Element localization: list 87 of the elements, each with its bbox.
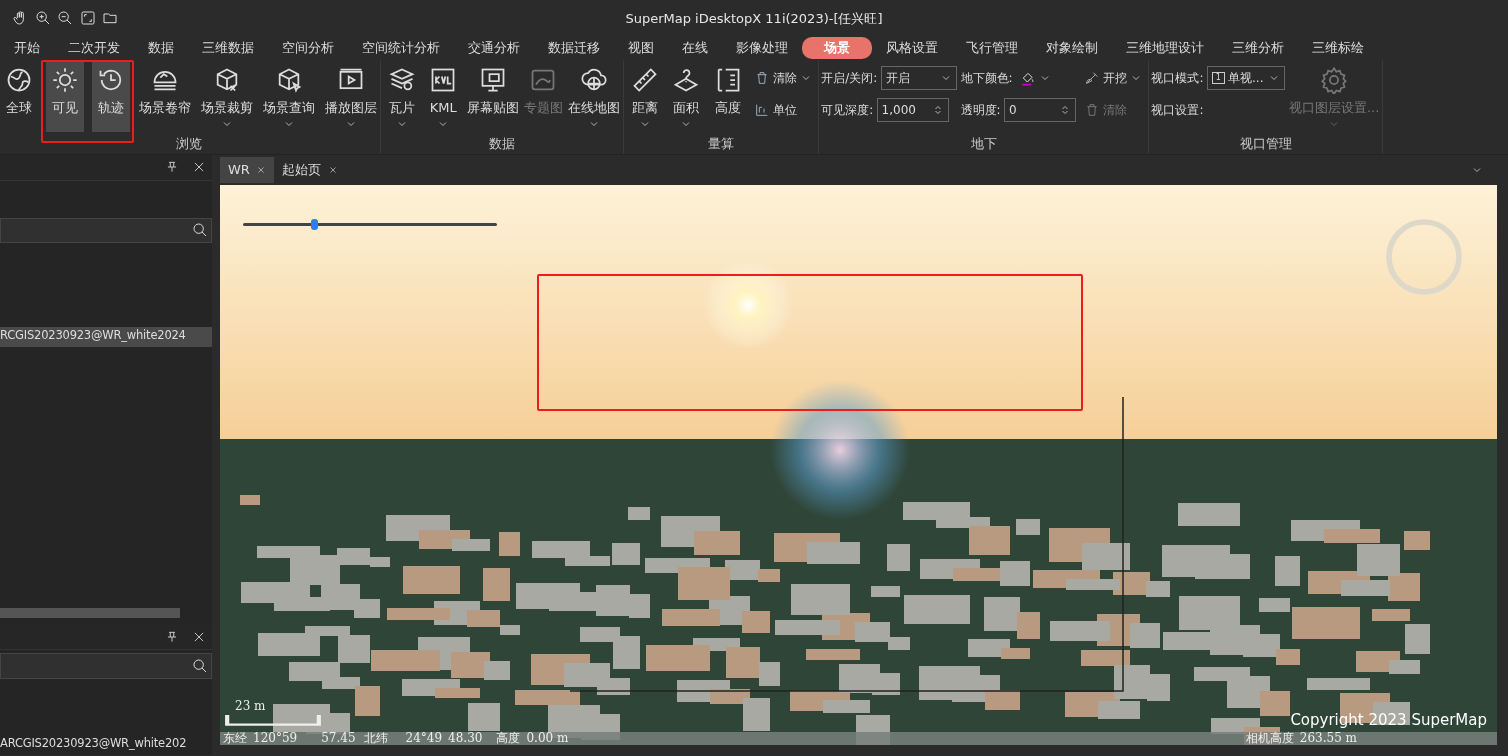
status-text: 北纬 <box>363 732 388 745</box>
status-text: 57.45 <box>321 732 356 745</box>
ribbon-button[interactable]: 场景裁剪 <box>200 60 254 132</box>
spin-field[interactable]: 0 <box>1003 98 1076 122</box>
status-text: 120°59 <box>253 732 298 745</box>
ruler-icon <box>631 66 659 94</box>
scrollbar[interactable] <box>0 608 180 619</box>
layer-item[interactable]: ARCGIS20230923@WR_white202 <box>0 735 214 755</box>
ribbon-tab[interactable]: 影像处理 <box>722 37 802 59</box>
field-label: 视口设置: <box>1151 102 1204 119</box>
ribbon-tab[interactable]: 交通分析 <box>454 37 534 59</box>
globe-icon <box>5 66 33 94</box>
ribbon-tab[interactable]: 三维数据 <box>188 37 268 59</box>
ribbon-button[interactable]: 高度 <box>708 60 747 132</box>
ribbon-tab[interactable]: 空间分析 <box>268 37 348 59</box>
ribbon-tab[interactable]: 开始 <box>0 37 54 59</box>
ribbon-tab[interactable]: 数据迁移 <box>534 37 614 59</box>
zoom-out-icon[interactable] <box>57 10 73 26</box>
ribbon-button[interactable]: KML <box>424 60 463 132</box>
close-icon[interactable] <box>327 165 338 175</box>
close-icon[interactable] <box>256 165 267 175</box>
field-label: 开启/关闭: <box>821 70 878 87</box>
ribbon-tab[interactable]: 数据 <box>134 37 188 59</box>
dropdown-field[interactable]: 1 单视... <box>1206 66 1285 90</box>
search-icon <box>191 658 208 675</box>
field-label: 地下颜色: <box>960 70 1013 87</box>
field-label: 透明度: <box>960 102 1001 119</box>
paint-bucket-icon <box>1019 70 1036 86</box>
folder-icon[interactable] <box>102 10 118 26</box>
sun-icon <box>51 66 79 94</box>
unit-icon <box>753 102 770 118</box>
ribbon-tab[interactable]: 在线 <box>668 37 722 59</box>
status-text: 相机高度 <box>1245 732 1294 745</box>
ribbon-button[interactable]: 屏幕贴图 <box>465 60 520 132</box>
ribbon-tab[interactable]: 视图 <box>614 37 668 59</box>
layer-item[interactable]: RCGIS20230923@WR_white2024 <box>0 327 214 348</box>
field-label: 可见深度: <box>821 102 874 119</box>
scale-bar-icon <box>223 715 323 727</box>
spin-field[interactable]: 1,000 <box>876 98 949 122</box>
group-label: 量算 <box>707 135 736 153</box>
status-text: 24°49 <box>405 732 443 745</box>
ribbon-tab[interactable]: 飞行管理 <box>952 37 1032 59</box>
document-tab[interactable]: 起始页 <box>274 157 346 183</box>
copyright-text: Copyright 2023 SuperMap <box>1290 710 1487 731</box>
status-text: 48.30 <box>448 732 483 745</box>
gear-icon <box>1320 66 1349 94</box>
ribbon-button[interactable]: 在线地图 <box>567 60 621 132</box>
tool-button[interactable]: 清除 <box>749 69 817 87</box>
shovel-icon <box>1083 70 1100 86</box>
ribbon-button[interactable]: 可见 <box>46 60 84 132</box>
ribbon-button[interactable]: 瓦片 <box>383 60 421 132</box>
ribbon-tab[interactable]: 三维分析 <box>1218 37 1298 59</box>
dropdown-field[interactable]: 开启 <box>880 66 957 90</box>
window-title: SuperMap iDesktopX 11i(2023)-[任兴旺] <box>624 10 884 28</box>
scale-label: 23 m <box>235 698 266 715</box>
group-label: 视口管理 <box>1238 135 1293 153</box>
status-text: 263.55 m <box>1299 732 1357 745</box>
status-text: 东经 <box>223 732 247 745</box>
ribbon-tab[interactable]: 风格设置 <box>872 37 952 59</box>
ribbon-button[interactable]: 播放图层 <box>324 60 378 132</box>
ribbon-button[interactable]: 面积 <box>667 60 706 132</box>
group-label: 地下 <box>969 135 998 153</box>
full-extent-icon[interactable] <box>79 10 96 26</box>
search-field[interactable] <box>0 217 212 244</box>
ribbon-button[interactable]: 场景查询 <box>262 60 316 132</box>
ribbon-tab[interactable]: 三维标绘 <box>1298 37 1378 59</box>
viewport-count-icon: 1 <box>1211 72 1225 84</box>
ribbon-tab[interactable]: 二次开发 <box>54 37 134 59</box>
group-label: 浏览 <box>175 135 203 153</box>
tool-button[interactable]: 开挖 <box>1079 69 1147 87</box>
ribbon-tab[interactable]: 对象绘制 <box>1032 37 1112 59</box>
search-icon <box>191 222 208 239</box>
zoom-in-icon[interactable] <box>34 10 51 26</box>
status-text: 0.00 m <box>526 732 569 745</box>
status-text: 高度 <box>496 732 521 745</box>
ribbon-button[interactable]: 轨迹 <box>92 60 130 132</box>
ribbon-button[interactable]: 场景卷帘 <box>138 60 192 132</box>
field-label: 视口模式: <box>1151 70 1204 87</box>
ribbon-tab[interactable]: 三维地理设计 <box>1112 37 1218 59</box>
ribbon-button[interactable]: 全球 <box>0 60 38 132</box>
group-label: 数据 <box>488 135 516 153</box>
slider-thumb[interactable] <box>311 219 319 230</box>
tool-button[interactable]: 单位 <box>749 101 801 119</box>
ribbon-tab[interactable]: 空间统计分析 <box>348 37 454 59</box>
document-tab[interactable]: WR <box>220 157 275 183</box>
search-field[interactable] <box>0 653 212 679</box>
ribbon-button[interactable]: 距离 <box>626 60 664 132</box>
